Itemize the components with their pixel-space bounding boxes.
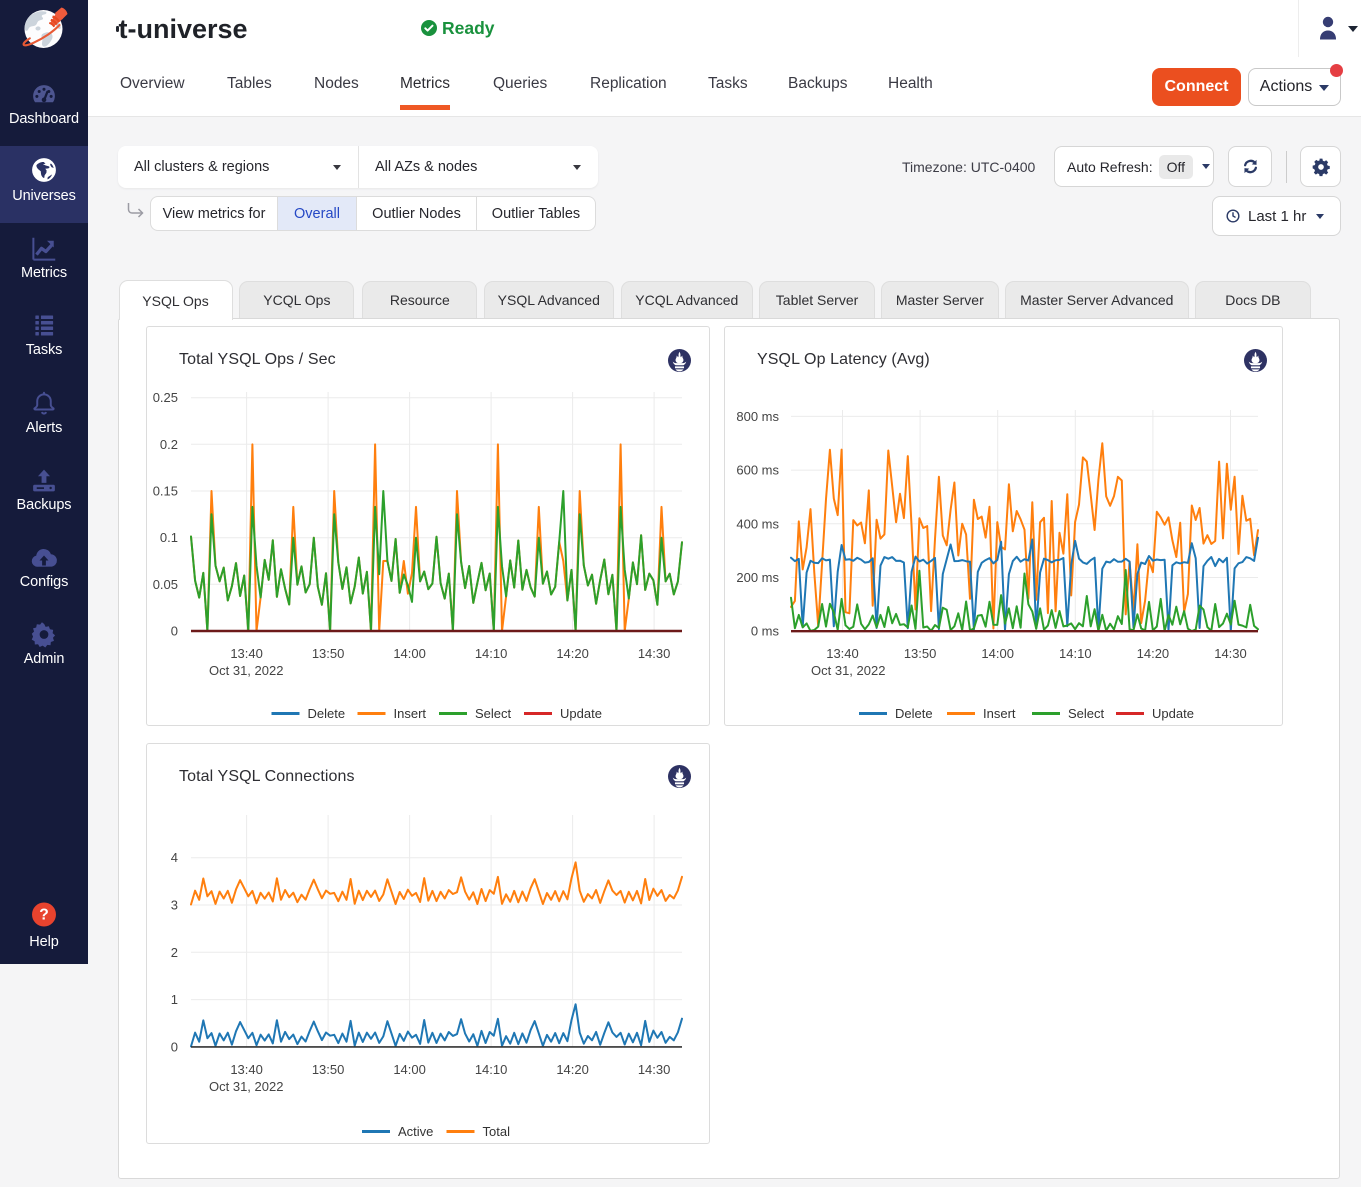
svg-text:14:20: 14:20: [556, 1062, 589, 1077]
svg-text:0.1: 0.1: [160, 530, 178, 545]
svg-text:1: 1: [171, 992, 178, 1007]
svg-text:14:10: 14:10: [1059, 646, 1092, 661]
svg-text:13:50: 13:50: [312, 1062, 345, 1077]
svg-text:Delete: Delete: [895, 706, 933, 721]
svg-text:14:10: 14:10: [475, 646, 508, 661]
svg-text:Select: Select: [1068, 706, 1105, 721]
svg-text:Select: Select: [475, 706, 512, 721]
svg-text:14:20: 14:20: [1137, 646, 1170, 661]
svg-text:14:10: 14:10: [475, 1062, 508, 1077]
svg-text:Insert: Insert: [983, 706, 1016, 721]
svg-text:2: 2: [171, 945, 178, 960]
svg-text:?: ?: [39, 907, 49, 924]
svg-text:13:50: 13:50: [312, 646, 345, 661]
svg-text:14:30: 14:30: [638, 646, 671, 661]
svg-text:0.2: 0.2: [160, 437, 178, 452]
svg-text:Oct 31, 2022: Oct 31, 2022: [209, 663, 283, 678]
svg-text:13:50: 13:50: [904, 646, 937, 661]
svg-text:13:40: 13:40: [230, 646, 263, 661]
svg-text:13:40: 13:40: [230, 1062, 263, 1077]
svg-text:3: 3: [171, 898, 178, 913]
svg-text:0: 0: [171, 624, 178, 639]
svg-text:Active: Active: [398, 1124, 433, 1139]
svg-text:14:30: 14:30: [638, 1062, 671, 1077]
svg-text:Total: Total: [483, 1124, 511, 1139]
svg-text:14:20: 14:20: [556, 646, 589, 661]
svg-text:13:40: 13:40: [826, 646, 859, 661]
svg-text:0.25: 0.25: [153, 390, 178, 405]
svg-text:800 ms: 800 ms: [736, 409, 779, 424]
svg-text:Update: Update: [560, 706, 602, 721]
svg-text:0.05: 0.05: [153, 577, 178, 592]
svg-text:0 ms: 0 ms: [751, 624, 780, 639]
svg-text:600 ms: 600 ms: [736, 463, 779, 478]
svg-text:Oct 31, 2022: Oct 31, 2022: [811, 663, 885, 678]
svg-text:Update: Update: [1152, 706, 1194, 721]
svg-text:Oct 31, 2022: Oct 31, 2022: [209, 1079, 283, 1094]
svg-text:14:30: 14:30: [1214, 646, 1247, 661]
svg-text:Delete: Delete: [308, 706, 346, 721]
svg-text:4: 4: [171, 850, 178, 865]
svg-text:14:00: 14:00: [981, 646, 1014, 661]
svg-text:0: 0: [171, 1039, 178, 1054]
svg-text:14:00: 14:00: [393, 646, 426, 661]
svg-text:200 ms: 200 ms: [736, 570, 779, 585]
svg-text:14:00: 14:00: [393, 1062, 426, 1077]
svg-text:0.15: 0.15: [153, 484, 178, 499]
svg-text:400 ms: 400 ms: [736, 516, 779, 531]
svg-text:Insert: Insert: [394, 706, 427, 721]
